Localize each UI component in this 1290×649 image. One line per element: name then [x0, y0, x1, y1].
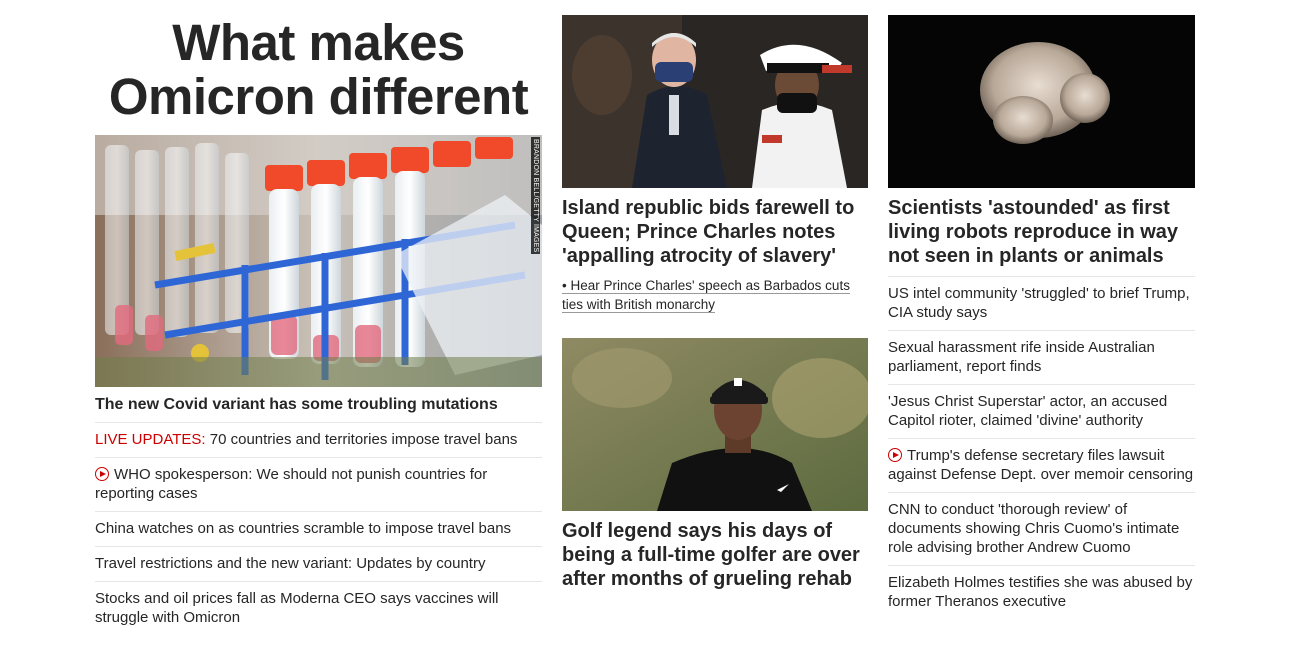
photo-credit: BRANDON BELL/GETTY IMAGES — [531, 137, 540, 255]
xenobots-photo[interactable] — [888, 15, 1195, 188]
play-video-icon — [95, 467, 109, 481]
right-column: Scientists 'astounded' as first living r… — [888, 15, 1195, 619]
lead-headline[interactable]: The new Covid variant has some troubling… — [95, 387, 542, 423]
list-item[interactable]: China watches on as countries scramble t… — [95, 512, 542, 547]
card-headline-golf[interactable]: Golf legend says his days of being a ful… — [562, 511, 868, 591]
list-item[interactable]: LIVE UPDATES: 70 countries and territori… — [95, 423, 542, 458]
card-headline-robots[interactable]: Scientists 'astounded' as first living r… — [888, 188, 1195, 277]
tiger-woods-photo[interactable] — [562, 338, 868, 511]
live-updates-label: LIVE UPDATES: — [95, 431, 206, 448]
card-headline-barbados[interactable]: Island republic bids farewell to Queen; … — [562, 188, 868, 268]
play-video-icon — [888, 448, 902, 462]
prince-charles-photo[interactable] — [562, 15, 868, 188]
test-tubes-photo[interactable]: BRANDON BELL/GETTY IMAGES — [95, 135, 542, 387]
list-item[interactable]: Elizabeth Holmes testifies she was abuse… — [888, 566, 1195, 619]
middle-column: Island republic bids farewell to Queen; … — [562, 15, 868, 591]
list-item[interactable]: Trump's defense secretary files lawsuit … — [888, 439, 1195, 493]
list-item[interactable]: US intel community 'struggled' to brief … — [888, 277, 1195, 331]
list-item[interactable]: Travel restrictions and the new variant:… — [95, 547, 542, 582]
related-link-prince-charles[interactable]: • Hear Prince Charles' speech as Barbado… — [562, 268, 868, 314]
list-item[interactable]: CNN to conduct 'thorough review' of docu… — [888, 493, 1195, 566]
list-item[interactable]: Sexual harassment rife inside Australian… — [888, 331, 1195, 385]
feature-title[interactable]: What makes Omicron different — [95, 16, 542, 135]
list-item[interactable]: WHO spokesperson: We should not punish c… — [95, 458, 542, 512]
list-item[interactable]: Stocks and oil prices fall as Moderna CE… — [95, 582, 542, 635]
feature-column: What makes Omicron different BRANDON BEL… — [95, 0, 542, 635]
right-stories-list: US intel community 'struggled' to brief … — [888, 277, 1195, 619]
list-item[interactable]: 'Jesus Christ Superstar' actor, an accus… — [888, 385, 1195, 439]
feature-stories-list: LIVE UPDATES: 70 countries and territori… — [95, 423, 542, 635]
